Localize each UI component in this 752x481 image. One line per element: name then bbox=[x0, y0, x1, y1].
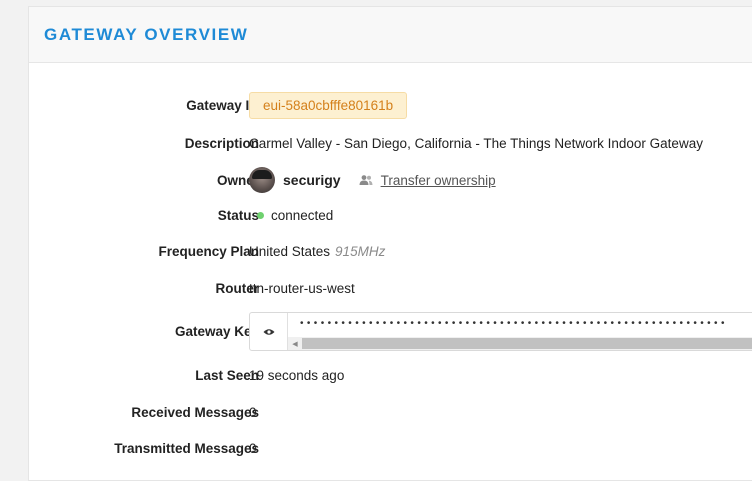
gateway-overview-card: GATEWAY OVERVIEW Gateway ID eui-58a0cbff… bbox=[28, 6, 752, 481]
gateway-key-field[interactable]: ••••••••••••••••••••••••••••••••••••••••… bbox=[288, 313, 752, 350]
people-icon bbox=[359, 175, 373, 185]
description-label: Description bbox=[184, 135, 259, 151]
gateway-id-badge: eui-58a0cbfffe80161b bbox=[249, 91, 408, 119]
transmitted-messages-value: 0 bbox=[249, 440, 257, 456]
gateway-key-label: Gateway Key bbox=[174, 324, 259, 339]
frequency-plan-value: United States 915MHz bbox=[249, 244, 385, 259]
router-row: Router ttn-router-us-west bbox=[29, 278, 752, 298]
gateway-key-masked: ••••••••••••••••••••••••••••••••••••••••… bbox=[300, 318, 728, 329]
frequency-mhz: 915MHz bbox=[335, 243, 386, 259]
owner-name[interactable]: securigy bbox=[283, 172, 341, 188]
frequency-plan-label: Frequency Plan bbox=[158, 243, 259, 259]
gateway-key-row: Gateway Key ••••••••••••••••••••••••••••… bbox=[29, 312, 752, 351]
status-value: connected bbox=[271, 207, 334, 223]
card-header: GATEWAY OVERVIEW bbox=[29, 7, 752, 63]
transfer-ownership-link[interactable]: Transfer ownership bbox=[381, 173, 496, 188]
gateway-id-row: Gateway ID eui-58a0cbfffe80161b bbox=[29, 90, 752, 120]
transfer-ownership[interactable]: Transfer ownership bbox=[359, 173, 496, 188]
user-avatar[interactable] bbox=[249, 167, 275, 193]
received-messages-row: Received Messages 0 bbox=[29, 402, 752, 422]
received-messages-label: Received Messages bbox=[131, 404, 259, 420]
scroll-left-icon[interactable]: ◀ bbox=[288, 337, 302, 350]
eye-icon bbox=[263, 328, 274, 335]
received-messages-value: 0 bbox=[249, 404, 257, 420]
frequency-region: United States bbox=[249, 243, 331, 259]
show-key-button[interactable] bbox=[250, 313, 288, 350]
transmitted-messages-row: Transmitted Messages 0 bbox=[29, 438, 752, 458]
scroll-thumb[interactable] bbox=[302, 338, 752, 349]
owner-row: Owner securigy Transfer ownership bbox=[29, 166, 752, 194]
owner-value: securigy Transfer ownership bbox=[249, 167, 496, 193]
transmitted-messages-label: Transmitted Messages bbox=[114, 440, 259, 456]
router-value: ttn-router-us-west bbox=[249, 280, 355, 296]
gateway-id-value-wrap: eui-58a0cbfffe80161b bbox=[249, 91, 408, 119]
last-seen-row: Last Seen 19 seconds ago bbox=[29, 365, 752, 385]
frequency-plan-row: Frequency Plan United States 915MHz bbox=[29, 241, 752, 261]
status-value-wrap: connected bbox=[249, 208, 333, 223]
last-seen-value: 19 seconds ago bbox=[249, 367, 345, 383]
status-dot-icon bbox=[257, 211, 264, 219]
gateway-key-box: ••••••••••••••••••••••••••••••••••••••••… bbox=[249, 312, 752, 351]
key-scrollbar[interactable]: ◀ bbox=[288, 337, 752, 350]
description-row: Description Carmel Valley - San Diego, C… bbox=[29, 133, 752, 153]
card-title: GATEWAY OVERVIEW bbox=[44, 24, 249, 44]
description-value: Carmel Valley - San Diego, California - … bbox=[249, 135, 703, 151]
status-row: Status connected bbox=[29, 205, 752, 225]
